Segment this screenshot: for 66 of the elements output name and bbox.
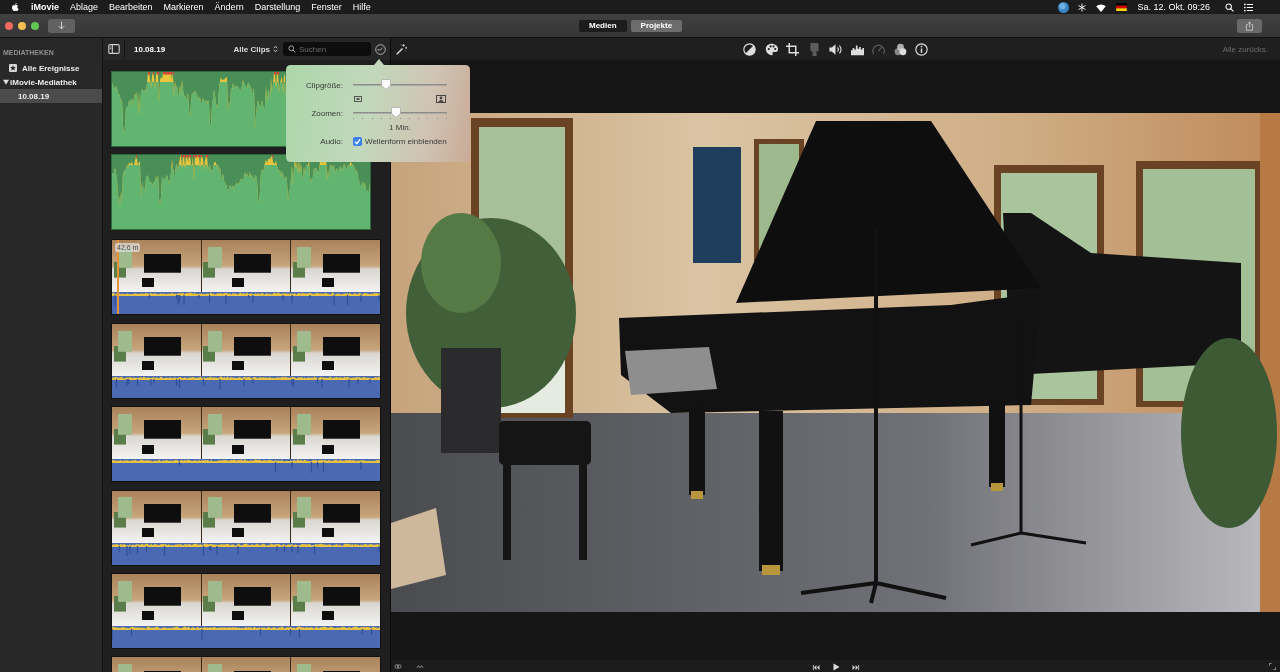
sidebar-icon bbox=[108, 44, 120, 54]
minimize-button[interactable] bbox=[18, 21, 26, 30]
tab[interactable]: Projekte bbox=[630, 19, 683, 32]
asterisk-icon[interactable] bbox=[1078, 2, 1087, 12]
speaker-icon[interactable] bbox=[829, 42, 842, 56]
sidebar-item[interactable]: 10.08.19 bbox=[0, 89, 102, 103]
wifi-icon[interactable] bbox=[1095, 2, 1108, 12]
sphere-icon[interactable] bbox=[1058, 1, 1070, 13]
event-title: 10.08.19 bbox=[134, 44, 166, 54]
zoom-button[interactable] bbox=[31, 21, 39, 30]
flag-icon[interactable] bbox=[1116, 3, 1128, 11]
close-button[interactable] bbox=[5, 21, 13, 30]
checkbox-label[interactable]: Wellenform einblenden bbox=[365, 136, 447, 146]
menu-item[interactable]: Bearbeiten bbox=[109, 2, 153, 12]
chevrons-icon[interactable] bbox=[415, 663, 425, 670]
updown-chevron-icon bbox=[273, 45, 278, 53]
previous-icon[interactable] bbox=[811, 663, 820, 671]
star-icon bbox=[9, 64, 17, 72]
magic-wand-icon[interactable] bbox=[396, 43, 407, 55]
video-clip[interactable] bbox=[111, 572, 381, 649]
rings-icon[interactable] bbox=[393, 663, 403, 670]
checkbox[interactable] bbox=[353, 136, 362, 146]
play-icon[interactable] bbox=[831, 663, 840, 671]
search-icon bbox=[288, 45, 296, 53]
video-clip[interactable] bbox=[111, 406, 381, 483]
menu-item[interactable]: Fenster bbox=[311, 2, 342, 12]
list-icon[interactable] bbox=[1243, 2, 1254, 12]
overlapping-circles-icon[interactable] bbox=[893, 42, 907, 56]
video-clip[interactable] bbox=[111, 322, 381, 399]
slider-thumb[interactable] bbox=[391, 107, 402, 118]
expand-icon[interactable] bbox=[1269, 663, 1276, 670]
arrow-down-icon bbox=[57, 21, 66, 30]
search-icon[interactable] bbox=[1225, 2, 1234, 12]
apple-logo-icon[interactable] bbox=[11, 2, 20, 12]
app-menu[interactable]: iMovie bbox=[31, 2, 59, 12]
bar-chart-icon[interactable] bbox=[850, 42, 864, 56]
field-label: Clipgröße: bbox=[305, 80, 343, 90]
sidebar-item[interactable]: iMovie-Mediathek bbox=[0, 75, 102, 89]
zoom-value: 1 Min. bbox=[388, 122, 412, 132]
menu-item[interactable]: Ablage bbox=[70, 2, 99, 12]
sidebar-item[interactable]: Alle Ereignisse bbox=[0, 61, 102, 75]
field-label: Zoomen: bbox=[310, 108, 343, 118]
next-icon[interactable] bbox=[851, 663, 860, 671]
menu-item[interactable]: Markieren bbox=[163, 2, 204, 12]
field-label: Audio: bbox=[319, 136, 343, 146]
share-button[interactable] bbox=[1237, 18, 1262, 33]
menu-item[interactable]: Darstellung bbox=[254, 2, 301, 12]
menu-item[interactable]: Hilfe bbox=[352, 2, 371, 12]
dial-icon[interactable] bbox=[375, 43, 386, 55]
info-icon[interactable] bbox=[915, 42, 928, 56]
half-circle-icon[interactable] bbox=[743, 42, 756, 56]
menu-bar-clock[interactable]: Sa. 12. Okt. 09:26 bbox=[1137, 2, 1210, 12]
palette-icon[interactable] bbox=[764, 42, 778, 56]
import-button[interactable] bbox=[48, 18, 75, 33]
crop-icon[interactable] bbox=[786, 42, 799, 56]
audio-clip[interactable] bbox=[111, 154, 371, 231]
menu-item[interactable]: Ändern bbox=[214, 2, 244, 12]
search-field[interactable]: Suchen bbox=[283, 42, 371, 56]
share-icon bbox=[1245, 20, 1254, 31]
portrait-icon bbox=[436, 95, 446, 103]
video-clip[interactable] bbox=[111, 489, 381, 566]
filter-popup-button[interactable]: Alle Clips bbox=[233, 44, 278, 54]
small-frame-icon bbox=[354, 95, 362, 103]
disclosure-triangle-icon[interactable] bbox=[3, 79, 9, 85]
tab[interactable]: Medien bbox=[579, 19, 627, 32]
slider-thumb[interactable] bbox=[380, 79, 391, 90]
